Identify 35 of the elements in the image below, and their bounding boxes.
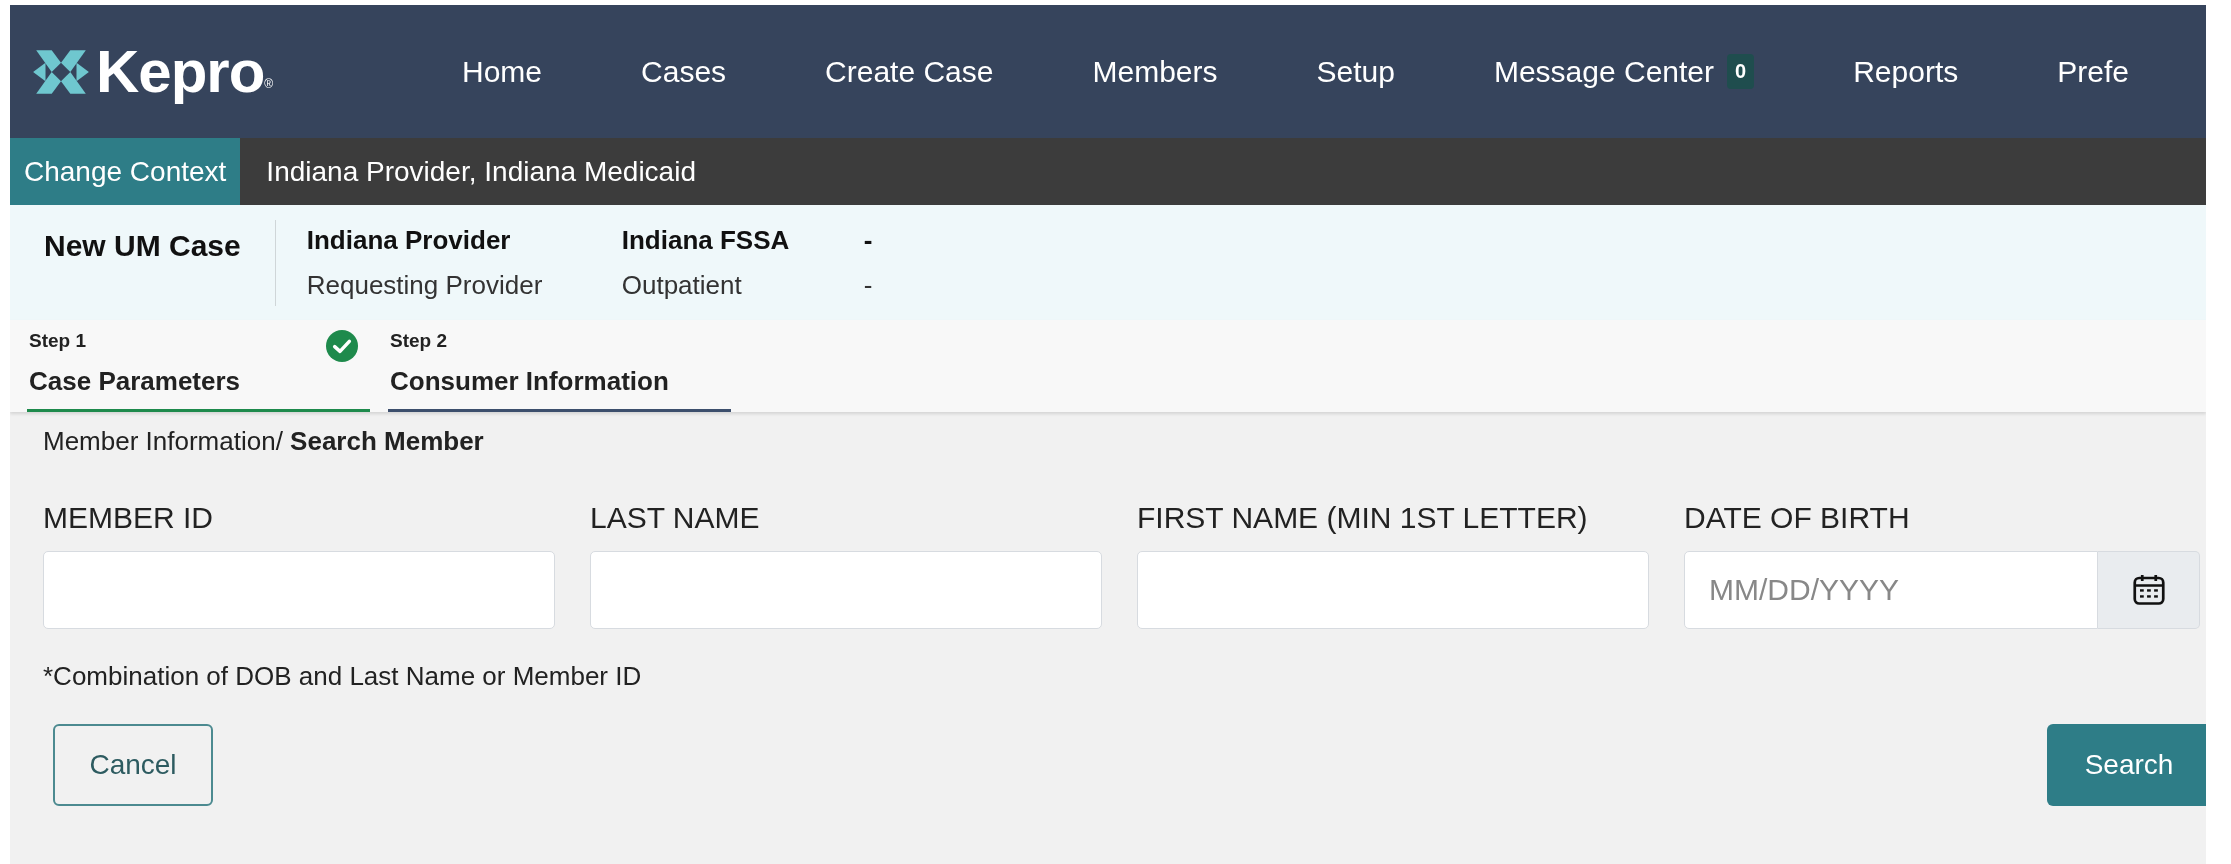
brand-name: Kepro [96,37,265,106]
field-label: FIRST NAME (MIN 1ST LETTER) [1137,501,1589,535]
field-label: MEMBER ID [43,501,214,535]
header-value: Indiana FSSA [621,224,791,256]
header-value: Indiana Provider [306,224,512,256]
cancel-button[interactable]: Cancel [53,724,213,806]
text-field[interactable] [590,551,1102,629]
search-button[interactable]: Search [2047,724,2206,806]
nav-link[interactable]: Message Center [1493,54,1715,89]
case-title: New UM Case [44,229,241,263]
nav-link[interactable]: Home [462,54,543,89]
context-value: Indiana Provider, Indiana Medicaid [266,155,696,188]
nav-link[interactable]: Prefe [2057,54,2129,89]
calendar-icon [2130,572,2167,608]
hint-text: *Combination of DOB and Last Name or Member ID [43,661,642,692]
header-label: Requesting Provider [306,269,544,301]
header-label: - [863,269,873,301]
header-value: - [863,224,873,256]
field-label: DATE OF BIRTH [1684,501,1911,535]
header-label: Outpatient [621,269,743,301]
text-field[interactable] [1137,551,1649,629]
nav-link[interactable]: Cases [641,54,727,89]
breadcrumb: Member Information/ Search Member [43,426,484,457]
nav-link[interactable]: Create Case [825,54,994,89]
text-field[interactable] [43,551,555,629]
change-context-button[interactable]: Change Context [10,138,241,205]
field-label: LAST NAME [590,501,761,535]
check-icon [326,330,358,362]
nav-link[interactable]: Setup [1316,54,1395,89]
date-field[interactable]: MM/DD/YYYY [1684,551,2098,629]
calendar-button[interactable] [2098,551,2200,629]
nav-link[interactable]: Members [1092,54,1218,89]
count-badge: 0 [1727,54,1755,89]
registered-mark: ® [264,77,274,91]
nav-link[interactable]: Reports [1853,54,1959,89]
